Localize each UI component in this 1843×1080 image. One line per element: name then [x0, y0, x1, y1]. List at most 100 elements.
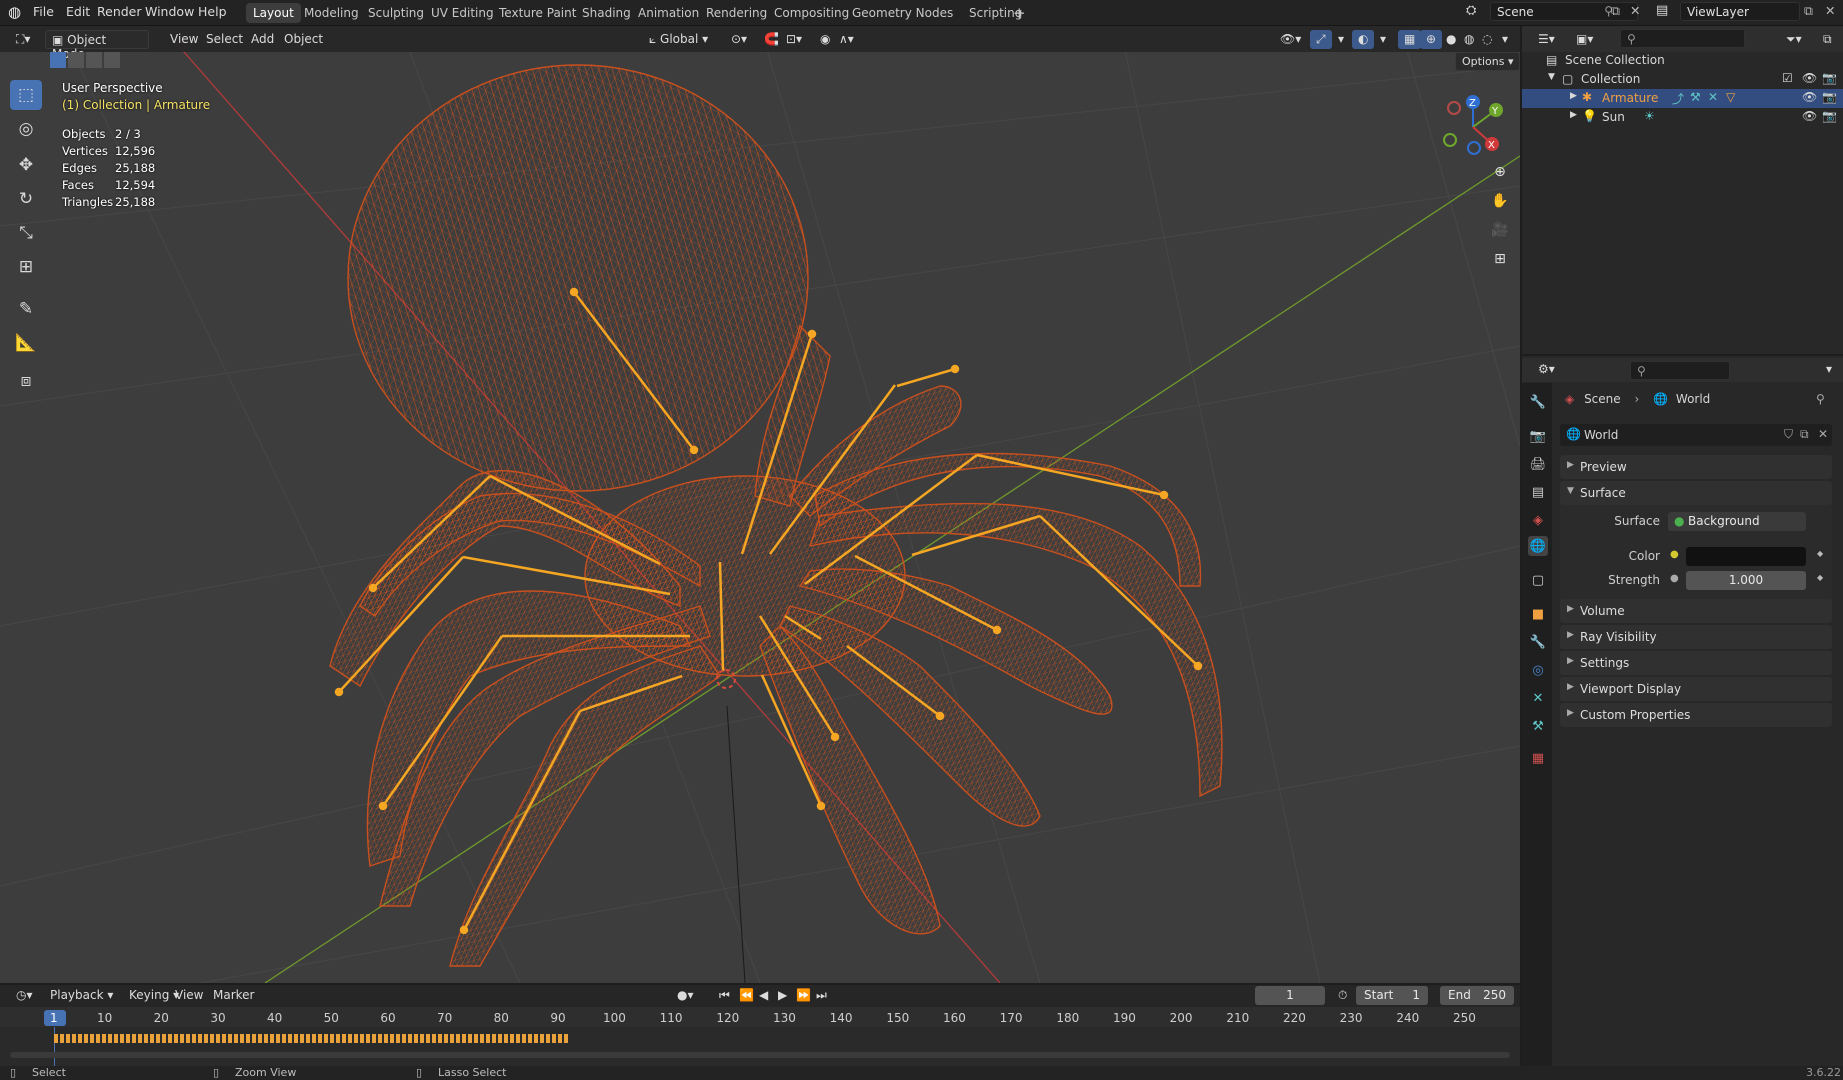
options-button[interactable]: Options ▾ [1455, 52, 1521, 71]
tab-uv-editing[interactable]: UV Editing [424, 3, 501, 23]
menu-playback[interactable]: Playback ▾ [44, 986, 119, 1005]
delete-scene-icon[interactable]: ✕ [1630, 3, 1640, 18]
navigation-gizmo[interactable]: Z Y X [1438, 92, 1508, 162]
outliner-filter-icon[interactable]: ⏷▾ [1780, 30, 1808, 49]
3d-viewport[interactable]: ⬚ ◎ ✥ ↻ ⤡ ⊞ ✎ 📐 ⧈ User Perspective (1) C… [0, 26, 1520, 983]
panel-ray-visibility[interactable]: ▶ Ray Visibility [1560, 625, 1832, 649]
select-extend-icon[interactable] [68, 52, 84, 68]
menu-edit[interactable]: Edit [66, 4, 90, 19]
eye-icon[interactable]: 👁 [1802, 90, 1817, 104]
strength-field[interactable]: 1.000 [1686, 571, 1806, 590]
duplicate-icon[interactable]: ⧉ [1800, 427, 1809, 442]
outliner-filter-view-icon[interactable]: ▣▾ [1570, 30, 1599, 49]
camera-icon[interactable]: 📷 [1822, 71, 1837, 85]
keyframe-strip[interactable] [54, 1034, 569, 1043]
fake-user-icon[interactable]: ⛉ [1784, 427, 1793, 442]
output-tab-icon[interactable]: 🖨 [1528, 454, 1548, 474]
object-tab-icon[interactable]: ■ [1528, 604, 1548, 624]
overlay-dropdown-icon[interactable]: ▾ [1374, 30, 1392, 49]
tool-tab-icon[interactable]: 🔧 [1528, 392, 1548, 412]
editor-type-icon[interactable]: ⛶▾ [10, 30, 36, 49]
auto-keying-icon[interactable]: ●▾ [671, 986, 700, 1005]
properties-editor-type-icon[interactable]: ⚙▾ [1532, 360, 1561, 379]
zoom-icon[interactable]: ⊕ [1488, 160, 1512, 184]
falloff-icon[interactable]: ∧▾ [833, 30, 860, 49]
collection-tab-icon[interactable]: ▢ [1528, 570, 1548, 590]
shading-dropdown-icon[interactable]: ▾ [1496, 30, 1514, 49]
timeline-scrollbar[interactable] [10, 1052, 1510, 1058]
constraint-icon[interactable]: ✕ [1708, 90, 1718, 104]
sun-data-icon[interactable]: ☀ [1644, 109, 1655, 123]
view-layer-icon[interactable]: ▤ [1656, 3, 1668, 18]
ortho-toggle-icon[interactable]: ⊞ [1488, 247, 1512, 271]
panel-surface[interactable]: ▼ Surface [1560, 481, 1832, 505]
cursor-tool[interactable]: ◎ [10, 114, 42, 144]
menu-add[interactable]: Add [245, 30, 280, 49]
tab-shading[interactable]: Shading [575, 3, 638, 23]
rotate-tool[interactable]: ↻ [10, 184, 42, 214]
xray-toggle-icon[interactable]: ▦ [1398, 30, 1422, 49]
start-frame-field[interactable]: Start 1 [1356, 986, 1428, 1005]
menu-object[interactable]: Object [278, 30, 329, 49]
pivot-icon[interactable]: ⊙▾ [725, 30, 753, 49]
menu-render[interactable]: Render [97, 4, 142, 19]
pin-icon[interactable]: ⚲ [1816, 392, 1825, 406]
timeline-editor-type-icon[interactable]: ◷▾ [10, 986, 39, 1005]
panel-custom-properties[interactable]: ▶ Custom Properties [1560, 703, 1832, 727]
bone-icon[interactable]: ⚒ [1690, 90, 1701, 104]
visibility-icon[interactable]: 👁▾ [1274, 30, 1307, 49]
outliner-row-armature[interactable]: ▶ ✱ Armature ⤴ ⚒ ✕ ▽ 👁 📷 [1522, 89, 1843, 108]
outliner-display-mode-icon[interactable]: ☰▾ [1532, 30, 1561, 49]
add-workspace-icon[interactable]: + [1006, 1, 1033, 22]
gizmo-dropdown-icon[interactable]: ▾ [1332, 30, 1350, 49]
expand-arrow-icon[interactable]: ▶ [1570, 91, 1577, 101]
scale-tool[interactable]: ⤡ [10, 218, 42, 248]
add-cube-tool[interactable]: ⧈ [10, 366, 42, 396]
checkbox-icon[interactable]: ☑ [1782, 71, 1793, 85]
annotate-tool[interactable]: ✎ [10, 294, 42, 324]
texture-tab-icon[interactable]: ▦ [1528, 748, 1548, 768]
tab-compositing[interactable]: Compositing [767, 3, 856, 23]
view-layer-tab-icon[interactable]: ▤ [1528, 482, 1548, 502]
wireframe-shading-icon[interactable]: ⊕ [1420, 30, 1443, 49]
camera-view-icon[interactable]: 🎥 [1488, 218, 1512, 242]
overlay-toggle-icon[interactable]: ◐ [1352, 30, 1375, 49]
camera-icon[interactable]: 📷 [1822, 90, 1837, 104]
pose-icon[interactable]: ⤴ [1672, 90, 1684, 107]
strength-socket-icon[interactable]: ● [1670, 573, 1679, 584]
world-datablock-selector[interactable]: 🌐 World ⛉ ⧉ ✕ [1560, 424, 1832, 446]
outliner-row-scene-collection[interactable]: ▤ Scene Collection [1522, 51, 1843, 70]
properties-search-input[interactable]: ⚲ [1630, 361, 1730, 380]
expand-arrow-icon[interactable]: ▼ [1548, 72, 1555, 82]
new-view-layer-icon[interactable]: ⧉ [1804, 3, 1813, 19]
surface-shader-field[interactable]: ● Background [1668, 512, 1806, 531]
measure-tool[interactable]: 📐 [10, 328, 42, 358]
outliner-search-input[interactable]: ⚲ [1620, 29, 1745, 48]
bone-tab-icon[interactable]: ⚒ [1528, 716, 1548, 736]
mode-dropdown[interactable]: ▣ Object Mode ▾ [45, 30, 149, 61]
outliner-row-collection[interactable]: ▼ ▢ Collection ☑ 👁 📷 [1522, 70, 1843, 89]
menu-marker[interactable]: Marker [207, 986, 260, 1005]
blender-logo-icon[interactable]: ◍ [8, 3, 21, 21]
pan-hand-icon[interactable]: ✋ [1488, 189, 1512, 213]
panel-settings[interactable]: ▶ Settings [1560, 651, 1832, 675]
physics-tab-icon[interactable]: ◎ [1528, 660, 1548, 680]
tab-sculpting[interactable]: Sculpting [361, 3, 431, 23]
tab-texture-paint[interactable]: Texture Paint [492, 3, 583, 23]
select-invert-icon[interactable] [104, 52, 120, 68]
menu-help[interactable]: Help [198, 4, 227, 19]
select-box-tool[interactable]: ⬚ [10, 80, 42, 110]
color-socket-icon[interactable]: ● [1670, 549, 1679, 560]
end-frame-field[interactable]: End 250 [1440, 986, 1514, 1005]
select-new-icon[interactable] [50, 52, 66, 68]
menu-file[interactable]: File [33, 4, 54, 19]
scene-tab-icon[interactable]: ◈ [1528, 510, 1548, 530]
tab-rendering[interactable]: Rendering [699, 3, 774, 23]
panel-volume[interactable]: ▶ Volume [1560, 599, 1832, 623]
menu-window[interactable]: Window [145, 4, 194, 19]
menu-timeline-view[interactable]: View [169, 986, 209, 1005]
delete-view-layer-icon[interactable]: ✕ [1825, 3, 1835, 18]
object-data-tab-icon[interactable]: ✕ [1528, 688, 1548, 708]
unlink-icon[interactable]: ✕ [1818, 427, 1828, 441]
world-tab-icon[interactable]: 🌐 [1528, 536, 1548, 556]
